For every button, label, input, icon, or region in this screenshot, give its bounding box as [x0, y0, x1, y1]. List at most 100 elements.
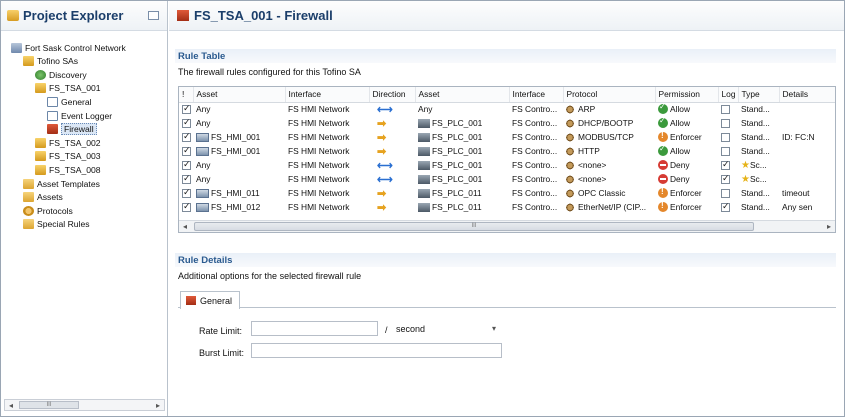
direction-cell[interactable]: ➡: [369, 116, 415, 131]
table-row[interactable]: Any FS HMI Network ⟷ Any FS Contro... ARP Allo…: [179, 102, 835, 117]
destination-asset-cell[interactable]: FS_PLC_001: [415, 116, 509, 131]
scroll-right-icon[interactable]: ▸: [823, 222, 835, 231]
log-checkbox[interactable]: [721, 133, 730, 143]
destination-interface-cell[interactable]: FS Contro...: [509, 102, 563, 117]
direction-cell[interactable]: ⟷: [369, 102, 415, 117]
type-cell[interactable]: ★Sc...: [738, 172, 779, 187]
log-cell[interactable]: [718, 186, 738, 201]
column-header[interactable]: Interface: [509, 87, 564, 103]
source-interface-cell[interactable]: FS HMI Network: [285, 158, 369, 173]
details-cell[interactable]: [779, 144, 835, 159]
direction-cell[interactable]: ➡: [369, 200, 415, 215]
permission-cell[interactable]: Enforcer: [655, 200, 718, 215]
protocol-cell[interactable]: <none>: [563, 172, 655, 187]
scroll-thumb[interactable]: III: [19, 401, 79, 409]
protocol-cell[interactable]: <none>: [563, 158, 655, 173]
destination-asset-cell[interactable]: FS_PLC_001: [415, 130, 509, 145]
protocol-cell[interactable]: OPC Classic: [563, 186, 655, 201]
log-cell[interactable]: [718, 116, 738, 131]
tree-item[interactable]: Event Logger: [47, 109, 112, 122]
destination-interface-cell[interactable]: FS Contro...: [509, 116, 563, 131]
type-cell[interactable]: Stand...: [738, 186, 779, 201]
log-cell[interactable]: [718, 172, 738, 187]
source-interface-cell[interactable]: FS HMI Network: [285, 130, 369, 145]
destination-interface-cell[interactable]: FS Contro...: [509, 158, 563, 173]
destination-asset-cell[interactable]: Any: [415, 102, 509, 117]
table-row[interactable]: FS_HMI_001 FS HMI Network ➡ FS_PLC_001 FS Co…: [179, 130, 835, 145]
details-cell[interactable]: timeout: [779, 186, 835, 201]
permission-cell[interactable]: Enforcer: [655, 130, 718, 145]
type-cell[interactable]: Stand...: [738, 200, 779, 215]
log-checkbox[interactable]: [721, 201, 730, 213]
destination-asset-cell[interactable]: FS_PLC_011: [415, 186, 509, 201]
table-row[interactable]: Any FS HMI Network ⟷ FS_PLC_001 FS Contro...…: [179, 158, 835, 173]
rule-enabled-cell[interactable]: [179, 186, 193, 201]
log-cell[interactable]: [718, 158, 738, 173]
log-checkbox[interactable]: [721, 189, 730, 199]
rule-enabled-cell[interactable]: [179, 172, 193, 187]
destination-interface-cell[interactable]: FS Contro...: [509, 186, 563, 201]
tree-item[interactable]: Firewall: [47, 123, 97, 136]
column-header[interactable]: Direction: [369, 87, 416, 103]
source-asset-cell[interactable]: FS_HMI_011: [193, 186, 285, 201]
log-checkbox[interactable]: [721, 159, 730, 171]
destination-asset-cell[interactable]: FS_PLC_011: [415, 200, 509, 215]
rule-enabled-checkbox[interactable]: [182, 117, 191, 129]
explorer-horizontal-scrollbar[interactable]: ◂ III ▸: [4, 399, 165, 411]
details-cell[interactable]: Any sen: [779, 200, 835, 215]
source-asset-cell[interactable]: Any: [193, 102, 285, 117]
permission-cell[interactable]: Deny: [655, 158, 718, 173]
rule-enabled-cell[interactable]: [179, 116, 193, 131]
rule-enabled-cell[interactable]: [179, 200, 193, 215]
rule-enabled-cell[interactable]: [179, 144, 193, 159]
rule-enabled-checkbox[interactable]: [182, 187, 191, 199]
source-interface-cell[interactable]: FS HMI Network: [285, 102, 369, 117]
tree-item[interactable]: Tofino SAs: [23, 55, 78, 68]
table-row[interactable]: FS_HMI_012 FS HMI Network ➡ FS_PLC_011 FS Co…: [179, 200, 835, 215]
destination-asset-cell[interactable]: FS_PLC_001: [415, 158, 509, 173]
burst-limit-input[interactable]: [251, 343, 502, 358]
direction-cell[interactable]: ⟷: [369, 158, 415, 173]
table-row[interactable]: FS_HMI_001 FS HMI Network ➡ FS_PLC_001 FS Co…: [179, 144, 835, 159]
log-cell[interactable]: [718, 144, 738, 159]
source-interface-cell[interactable]: FS HMI Network: [285, 172, 369, 187]
type-cell[interactable]: Stand...: [738, 144, 779, 159]
direction-cell[interactable]: ➡: [369, 186, 415, 201]
details-cell[interactable]: [779, 102, 835, 117]
type-cell[interactable]: Stand...: [738, 116, 779, 131]
column-header[interactable]: Log: [718, 87, 739, 103]
destination-asset-cell[interactable]: FS_PLC_001: [415, 144, 509, 159]
direction-cell[interactable]: ⟷: [369, 172, 415, 187]
tree-item[interactable]: General: [47, 95, 92, 108]
log-cell[interactable]: [718, 130, 738, 145]
chevron-down-icon[interactable]: ▾: [488, 323, 500, 335]
source-interface-cell[interactable]: FS HMI Network: [285, 200, 369, 215]
scroll-left-icon[interactable]: ◂: [179, 222, 191, 231]
log-checkbox[interactable]: [721, 147, 730, 157]
tree-item[interactable]: Protocols: [23, 204, 73, 217]
source-asset-cell[interactable]: FS_HMI_012: [193, 200, 285, 215]
source-asset-cell[interactable]: Any: [193, 116, 285, 131]
destination-interface-cell[interactable]: FS Contro...: [509, 200, 563, 215]
details-cell[interactable]: [779, 116, 835, 131]
rule-enabled-cell[interactable]: [179, 158, 193, 173]
tree-item[interactable]: FS_TSA_001: [35, 82, 101, 95]
source-interface-cell[interactable]: FS HMI Network: [285, 186, 369, 201]
tree-item[interactable]: Special Rules: [23, 218, 90, 231]
tab-general[interactable]: General: [180, 291, 240, 309]
protocol-cell[interactable]: DHCP/BOOTP: [563, 116, 655, 131]
details-cell[interactable]: [779, 158, 835, 173]
rule-enabled-checkbox[interactable]: [182, 173, 191, 185]
tree-item[interactable]: FS_TSA_002: [35, 136, 101, 149]
type-cell[interactable]: Stand...: [738, 130, 779, 145]
rule-enabled-checkbox[interactable]: [182, 131, 191, 143]
scroll-thumb[interactable]: III: [194, 222, 754, 231]
rule-enabled-cell[interactable]: [179, 102, 193, 117]
column-header[interactable]: Interface: [285, 87, 370, 103]
column-header[interactable]: Asset: [193, 87, 286, 103]
tree-item[interactable]: FS_TSA_003: [35, 150, 101, 163]
destination-interface-cell[interactable]: FS Contro...: [509, 144, 563, 159]
column-header[interactable]: Details: [779, 87, 835, 103]
protocol-cell[interactable]: ARP: [563, 102, 655, 117]
permission-cell[interactable]: Allow: [655, 102, 718, 117]
